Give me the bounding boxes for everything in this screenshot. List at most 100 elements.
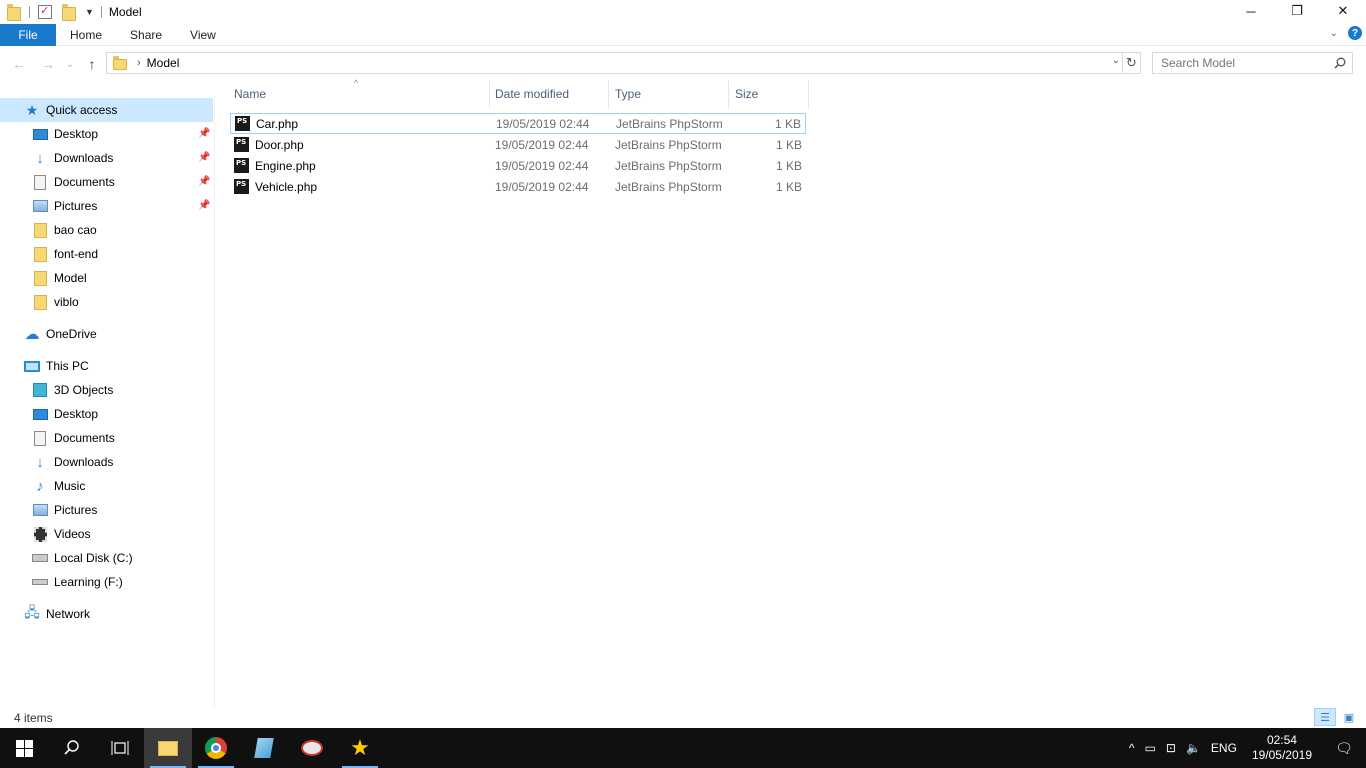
nav-item-local-disk[interactable]: Local Disk (C:): [32, 546, 133, 570]
breadcrumb-model[interactable]: Model: [147, 56, 180, 70]
nav-item-documents[interactable]: Documents: [32, 170, 115, 194]
nav-item-pictures[interactable]: Pictures: [32, 194, 97, 218]
nav-item-bao-cao[interactable]: bao cao: [32, 218, 97, 242]
address-bar[interactable]: › Model ⌄: [106, 52, 1123, 74]
paint-taskbar-icon[interactable]: [288, 728, 336, 768]
file-name-cell: PS Car.php: [235, 116, 298, 131]
table-row[interactable]: PS Door.php 19/05/2019 02:44 JetBrains P…: [230, 134, 806, 155]
nav-label: Learning (F:): [54, 575, 123, 589]
nav-onedrive[interactable]: ☁ OneDrive: [24, 322, 97, 346]
table-row[interactable]: PS Car.php 19/05/2019 02:44 JetBrains Ph…: [230, 113, 806, 134]
clock-date: 19/05/2019: [1251, 748, 1312, 762]
volume-icon[interactable]: 🔈: [1181, 741, 1206, 755]
battery-icon[interactable]: ▭: [1140, 741, 1161, 755]
quick-access-toolbar: ▼: [0, 0, 105, 24]
refresh-button[interactable]: ↻: [1123, 52, 1141, 74]
desktop-icon: [32, 126, 48, 142]
nav-item-pc-desktop[interactable]: Desktop: [32, 402, 98, 426]
table-row[interactable]: PS Vehicle.php 19/05/2019 02:44 JetBrain…: [230, 176, 806, 197]
clock[interactable]: 02:54 19/05/2019: [1242, 733, 1322, 763]
ribbon-right-controls: ⌄ ?: [1330, 26, 1362, 40]
address-dropdown-icon[interactable]: ⌄: [1112, 55, 1120, 66]
pictures-icon: [32, 198, 48, 214]
address-row: ← → ⌄ ↑ › Model ⌄ ↻: [0, 50, 1366, 78]
nav-item-videos[interactable]: Videos: [32, 522, 90, 546]
nav-label: Documents: [54, 431, 115, 445]
notepad-taskbar-icon[interactable]: [240, 728, 288, 768]
nav-item-pc-documents[interactable]: Documents: [32, 426, 115, 450]
column-label: Size: [735, 87, 759, 101]
search-box[interactable]: [1152, 52, 1353, 74]
pin-icon[interactable]: 📌: [198, 200, 210, 211]
nav-label: Desktop: [54, 407, 99, 421]
chrome-taskbar-icon[interactable]: [192, 728, 240, 768]
nav-label: Downloads: [54, 455, 114, 469]
search-input[interactable]: [1161, 56, 1326, 70]
properties-icon[interactable]: [38, 4, 52, 19]
file-name-cell: PS Door.php: [234, 137, 304, 152]
pin-icon[interactable]: 📌: [198, 152, 210, 163]
details-view-icon[interactable]: ☰: [1314, 708, 1336, 726]
folder-icon: [32, 246, 48, 262]
customize-toolbar-dropdown[interactable]: ▼: [85, 7, 94, 17]
sort-ascending-icon: ^: [354, 78, 359, 88]
app-star-taskbar-icon[interactable]: ★: [336, 728, 384, 768]
action-center-icon[interactable]: 🗨: [1322, 728, 1366, 768]
file-date: 19/05/2019 02:44: [495, 137, 589, 152]
nav-item-downloads[interactable]: ↓ Downloads: [32, 146, 113, 170]
tab-share[interactable]: Share: [116, 24, 176, 46]
expand-ribbon-icon[interactable]: ⌄: [1330, 28, 1338, 39]
nav-item-desktop[interactable]: Desktop: [32, 122, 98, 146]
nav-item-music[interactable]: ♪ Music: [32, 474, 85, 498]
nav-item-font-end[interactable]: font-end: [32, 242, 98, 266]
nav-item-learning-drive[interactable]: Learning (F:): [32, 570, 123, 594]
nav-item-3d-objects[interactable]: 3D Objects: [32, 378, 113, 402]
column-header-name[interactable]: Name: [228, 80, 490, 108]
nav-quick-access[interactable]: ★ Quick access: [0, 98, 213, 122]
up-button[interactable]: ↑: [82, 54, 102, 74]
chevron-up-icon[interactable]: ^: [1124, 741, 1140, 755]
view-switcher: ☰ ▣: [1314, 708, 1360, 726]
start-button[interactable]: [0, 728, 48, 768]
forward-button[interactable]: →: [38, 54, 58, 74]
local-disk-icon: [32, 550, 48, 566]
recent-locations-button[interactable]: ⌄: [60, 54, 80, 74]
back-button[interactable]: ←: [9, 54, 29, 74]
language-indicator[interactable]: ENG: [1206, 741, 1242, 755]
help-icon[interactable]: ?: [1348, 26, 1362, 40]
task-view-icon[interactable]: [96, 728, 144, 768]
search-icon[interactable]: [1334, 57, 1346, 69]
tab-view[interactable]: View: [176, 24, 230, 46]
network-tray-icon[interactable]: ⊡: [1161, 741, 1181, 755]
file-explorer-taskbar-icon[interactable]: [144, 728, 192, 768]
restore-button[interactable]: ❐: [1274, 0, 1320, 22]
phpstorm-file-icon: PS: [234, 137, 249, 152]
column-header-date[interactable]: Date modified: [489, 80, 609, 108]
nav-item-model[interactable]: Model: [32, 266, 87, 290]
large-icons-view-icon[interactable]: ▣: [1338, 708, 1360, 726]
close-button[interactable]: ✕: [1320, 0, 1366, 22]
tab-home[interactable]: Home: [56, 24, 116, 46]
nav-item-pc-pictures[interactable]: Pictures: [32, 498, 97, 522]
taskbar: ★ ^ ▭ ⊡ 🔈 ENG 02:54 19/05/2019 🗨: [0, 728, 1366, 768]
tab-file[interactable]: File: [0, 23, 56, 46]
documents-icon: [32, 430, 48, 446]
new-folder-icon[interactable]: [62, 3, 76, 21]
pin-icon[interactable]: 📌: [198, 128, 210, 139]
nav-label: bao cao: [54, 223, 97, 237]
table-row[interactable]: PS Engine.php 19/05/2019 02:44 JetBrains…: [230, 155, 806, 176]
column-label: Date modified: [495, 87, 570, 101]
column-header-size[interactable]: Size: [729, 80, 809, 108]
column-header-type[interactable]: Type: [609, 80, 729, 108]
folder-icon: [32, 222, 48, 238]
nav-network[interactable]: 🖧 Network: [24, 602, 90, 626]
nav-item-pc-downloads[interactable]: ↓ Downloads: [32, 450, 113, 474]
title-bar: ▼ Model ─ ❐ ✕: [0, 0, 1366, 24]
nav-this-pc[interactable]: This PC: [24, 354, 89, 378]
music-icon: ♪: [36, 477, 44, 495]
breadcrumb-separator-icon[interactable]: ›: [137, 57, 141, 69]
pin-icon[interactable]: 📌: [198, 176, 210, 187]
nav-item-viblo[interactable]: viblo: [32, 290, 79, 314]
minimize-button[interactable]: ─: [1228, 0, 1274, 22]
search-taskbar-icon[interactable]: [48, 728, 96, 768]
